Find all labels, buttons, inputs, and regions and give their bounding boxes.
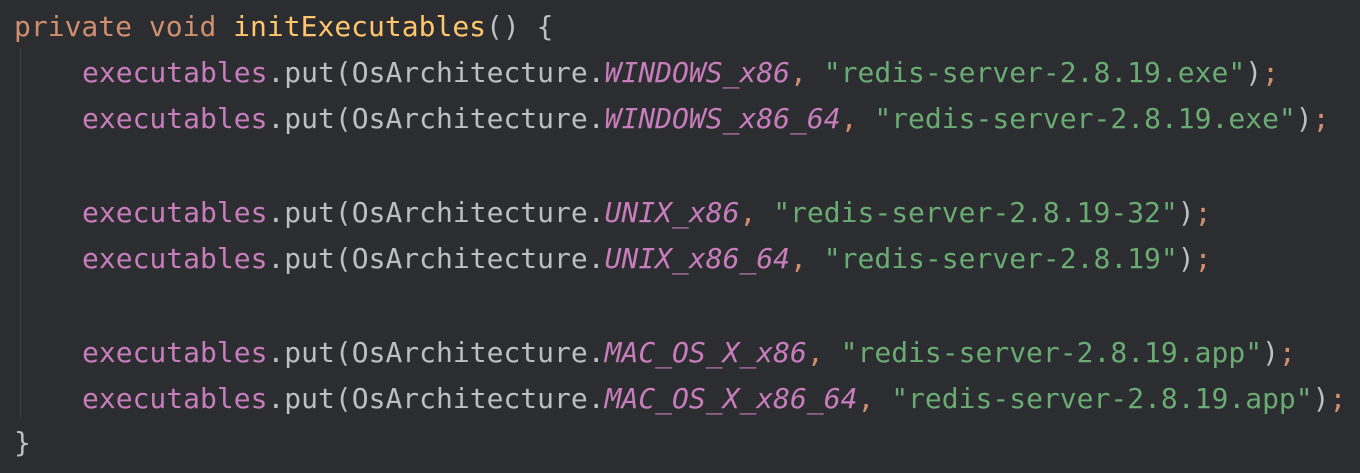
class-name: OsArchitecture [351, 102, 588, 135]
class-name: OsArchitecture [351, 336, 588, 369]
code-line-call[interactable]: executables.put(OsArchitecture.WINDOWS_x… [0, 50, 1279, 96]
receiver-field: executables [82, 56, 268, 89]
string-literal: "redis-server-2.8.19.app" [891, 382, 1313, 415]
enum-constant: UNIX_x86 [604, 196, 740, 229]
method-call: put [284, 56, 335, 89]
receiver-field: executables [82, 242, 268, 275]
string-literal: "redis-server-2.8.19" [823, 242, 1178, 275]
code-line-call[interactable]: executables.put(OsArchitecture.MAC_OS_X_… [0, 376, 1346, 422]
receiver-field: executables [82, 102, 268, 135]
method-name: initExecutables [233, 10, 487, 43]
class-name: OsArchitecture [351, 196, 588, 229]
string-literal: "redis-server-2.8.19-32" [773, 196, 1178, 229]
method-call: put [284, 242, 335, 275]
method-call: put [284, 336, 335, 369]
code-line-call[interactable]: executables.put(OsArchitecture.WINDOWS_x… [0, 96, 1330, 142]
class-name: OsArchitecture [351, 56, 588, 89]
receiver-field: executables [82, 196, 268, 229]
method-call: put [284, 382, 335, 415]
receiver-field: executables [82, 382, 268, 415]
code-line-call[interactable]: executables.put(OsArchitecture.MAC_OS_X_… [0, 330, 1296, 376]
code-line-call[interactable]: executables.put(OsArchitecture.UNIX_x86,… [0, 190, 1211, 236]
enum-constant: MAC_OS_X_x86 [604, 336, 807, 369]
close-brace: } [14, 426, 31, 459]
keyword-private: private [14, 10, 133, 43]
code-line-call[interactable]: executables.put(OsArchitecture.UNIX_x86_… [0, 236, 1212, 282]
receiver-field: executables [82, 336, 268, 369]
open-brace: { [536, 10, 554, 43]
enum-constant: WINDOWS_x86 [604, 56, 791, 89]
code-line-close-brace[interactable]: } [0, 420, 31, 466]
keyword-void: void [148, 10, 217, 43]
enum-constant: WINDOWS_x86_64 [604, 102, 841, 135]
string-literal: "redis-server-2.8.19.exe" [823, 56, 1246, 89]
string-literal: "redis-server-2.8.19.app" [840, 336, 1263, 369]
method-call: put [284, 102, 335, 135]
class-name: OsArchitecture [351, 242, 588, 275]
enum-constant: UNIX_x86_64 [604, 242, 791, 275]
string-literal: "redis-server-2.8.19.exe" [874, 102, 1296, 135]
class-name: OsArchitecture [351, 382, 588, 415]
method-parens: () [486, 10, 520, 43]
code-editor[interactable]: private void initExecutables() { executa… [0, 0, 1360, 473]
method-call: put [284, 196, 335, 229]
enum-constant: MAC_OS_X_x86_64 [604, 382, 858, 415]
code-line-method-signature[interactable]: private void initExecutables() { [0, 4, 553, 50]
